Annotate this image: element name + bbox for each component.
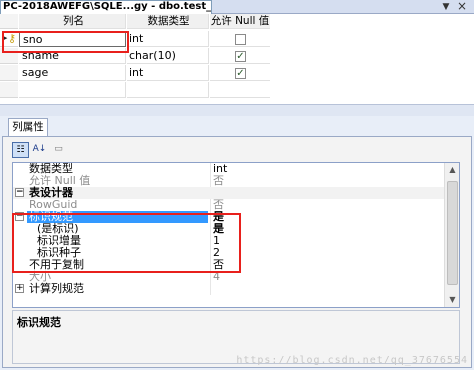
property-value[interactable]: 否 bbox=[210, 259, 445, 271]
grid-corner bbox=[0, 14, 18, 29]
annotation-highlight bbox=[12, 213, 241, 273]
property-row[interactable]: + 计算列规范 bbox=[13, 283, 445, 295]
categorized-icon[interactable]: ☷ bbox=[12, 142, 29, 158]
row-selector[interactable] bbox=[0, 82, 18, 98]
property-value[interactable] bbox=[210, 283, 445, 295]
property-row[interactable]: 允许 Null 值 否 bbox=[13, 175, 445, 187]
column-header-allow-null[interactable]: 允许 Null 值 bbox=[210, 14, 270, 29]
property-value[interactable]: int bbox=[210, 163, 445, 175]
close-icon[interactable]: × bbox=[456, 0, 468, 13]
property-value[interactable]: 否 bbox=[210, 175, 445, 187]
allow-null-cell bbox=[210, 82, 270, 98]
data-type-cell[interactable]: int bbox=[127, 31, 209, 47]
property-value[interactable]: 4 bbox=[210, 271, 445, 283]
alphabetical-icon[interactable]: A↓ bbox=[31, 142, 48, 158]
properties-toolbar: ☷ A↓ ▭ bbox=[12, 142, 72, 158]
column-grid: 列名 数据类型 允许 Null 值 ▶ ⚷ sno int sname char… bbox=[0, 14, 474, 104]
allow-null-checkbox[interactable]: ✓ bbox=[235, 51, 246, 62]
data-type-cell[interactable]: int bbox=[127, 65, 209, 81]
property-row[interactable]: RowGuid 否 bbox=[13, 199, 445, 211]
property-value[interactable]: 是 bbox=[210, 211, 445, 223]
scrollbar-thumb[interactable] bbox=[447, 181, 458, 285]
property-value[interactable]: 2 bbox=[210, 247, 445, 259]
chevron-down-icon[interactable]: ▼ bbox=[440, 1, 452, 13]
document-tab[interactable]: PC-2018AWEFG\SQLE...gy - dbo.test_stu bbox=[0, 0, 212, 14]
collapse-icon[interactable]: − bbox=[15, 188, 24, 197]
property-name: 计算列规范 bbox=[29, 282, 84, 295]
annotation-highlight bbox=[2, 31, 129, 53]
column-name-cell[interactable]: sage bbox=[19, 65, 126, 81]
tab-column-properties[interactable]: 列属性 bbox=[8, 118, 48, 136]
allow-null-checkbox[interactable]: ✓ bbox=[235, 68, 246, 79]
property-category-name: 表设计器 bbox=[29, 186, 73, 199]
allow-null-cell: ✓ bbox=[210, 65, 270, 81]
column-name-cell[interactable] bbox=[19, 82, 126, 98]
allow-null-checkbox[interactable] bbox=[235, 34, 246, 45]
data-type-cell[interactable]: char(10) bbox=[127, 48, 209, 64]
property-value[interactable]: 否 bbox=[210, 199, 445, 211]
property-pages-icon[interactable]: ▭ bbox=[50, 142, 67, 158]
table-row[interactable]: sage int ✓ bbox=[0, 65, 270, 82]
table-row[interactable] bbox=[0, 82, 270, 99]
property-description-title: 标识规范 bbox=[17, 316, 61, 329]
property-value[interactable]: 1 bbox=[210, 235, 445, 247]
data-type-cell[interactable] bbox=[127, 82, 209, 98]
property-value[interactable]: 是 bbox=[210, 223, 445, 235]
row-selector[interactable] bbox=[0, 65, 18, 81]
scroll-down-icon[interactable]: ▼ bbox=[445, 293, 459, 307]
scroll-up-icon[interactable]: ▲ bbox=[445, 163, 459, 177]
vertical-scrollbar[interactable]: ▲ ▼ bbox=[444, 163, 459, 307]
column-header-type[interactable]: 数据类型 bbox=[127, 14, 209, 29]
column-header-name[interactable]: 列名 bbox=[19, 14, 126, 29]
allow-null-cell bbox=[210, 31, 270, 47]
allow-null-cell: ✓ bbox=[210, 48, 270, 64]
expand-icon[interactable]: + bbox=[15, 284, 24, 293]
watermark: https://blog.csdn.net/qq_37676554 bbox=[236, 355, 468, 366]
panel-splitter[interactable] bbox=[0, 104, 474, 116]
property-category-row[interactable]: − 表设计器 bbox=[13, 187, 445, 199]
